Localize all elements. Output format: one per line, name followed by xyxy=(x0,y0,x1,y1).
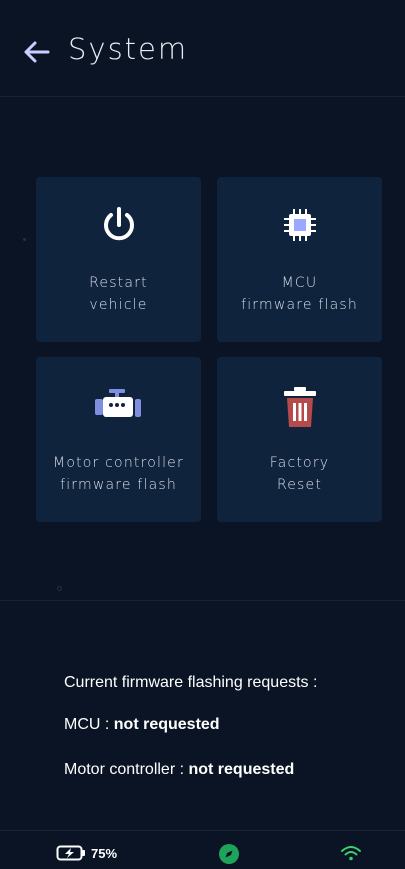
motor-request-status: Motor controller : not requested xyxy=(64,761,294,779)
action-grid: Restart vehicle MCU firmware flash Motor… xyxy=(36,177,382,523)
page-title: System xyxy=(68,32,189,66)
battery-indicator: 75% xyxy=(56,845,117,861)
engine-icon xyxy=(94,389,141,417)
mcu-firmware-flash-button[interactable]: MCU firmware flash xyxy=(217,177,382,342)
motor-controller-firmware-flash-button[interactable]: Motor controller firmware flash xyxy=(36,357,201,522)
factory-reset-label: Factory Reset xyxy=(269,455,330,493)
mcu-firmware-flash-label: MCU firmware flash xyxy=(241,275,358,313)
restart-vehicle-button[interactable]: Restart vehicle xyxy=(36,177,201,342)
compass-icon xyxy=(219,844,239,864)
mcu-request-status: MCU : not requested xyxy=(64,716,220,734)
power-icon xyxy=(103,207,134,241)
header-bar: System xyxy=(0,0,405,97)
battery-percent: 75% xyxy=(91,845,118,861)
mcu-request-value: not requested xyxy=(113,716,220,733)
status-bar: 75% xyxy=(0,830,405,869)
decor-dot xyxy=(23,238,26,241)
battery-charging-icon xyxy=(56,845,85,861)
trash-icon xyxy=(283,387,316,427)
restart-vehicle-label: Restart vehicle xyxy=(89,275,148,313)
section-divider xyxy=(0,600,405,601)
factory-reset-button[interactable]: Factory Reset xyxy=(217,357,382,522)
chip-icon xyxy=(283,209,316,241)
back-arrow-icon[interactable] xyxy=(22,38,50,66)
motor-request-label: Motor controller : xyxy=(64,761,189,778)
motor-request-value: not requested xyxy=(188,761,295,778)
mcu-request-label: MCU : xyxy=(64,716,114,733)
decor-dot xyxy=(57,586,62,591)
motor-controller-firmware-flash-label: Motor controller firmware flash xyxy=(53,455,184,493)
wifi-icon xyxy=(341,846,361,861)
flash-requests-heading: Current firmware flashing requests : xyxy=(64,674,318,691)
